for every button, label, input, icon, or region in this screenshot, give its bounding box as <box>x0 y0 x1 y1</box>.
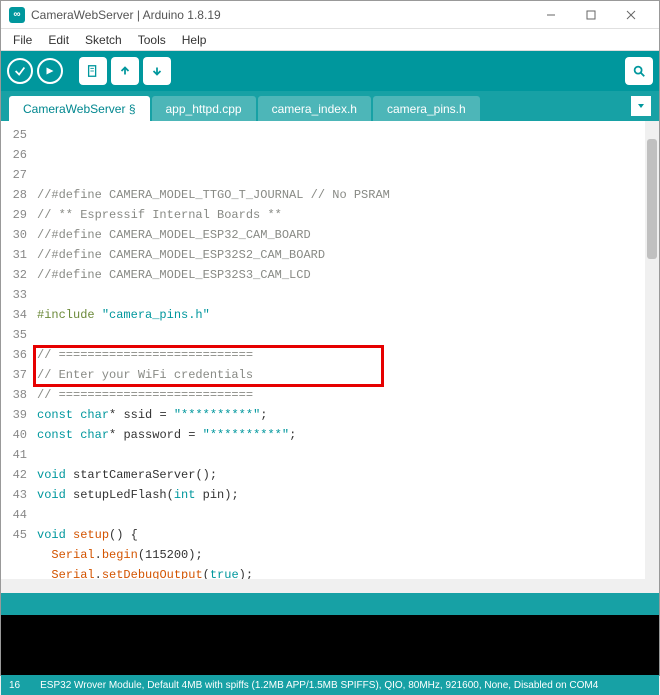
line-number: 41 <box>1 445 27 465</box>
toolbar <box>1 51 659 91</box>
tab-dropdown-button[interactable] <box>631 96 651 116</box>
code-line[interactable]: // Enter your WiFi credentials <box>33 365 645 385</box>
line-number: 32 <box>1 265 27 285</box>
code-line[interactable]: Serial.begin(115200); <box>33 545 645 565</box>
tab-camera-index[interactable]: camera_index.h <box>258 96 371 121</box>
code-line[interactable]: //#define CAMERA_MODEL_TTGO_T_JOURNAL //… <box>33 185 645 205</box>
code-line[interactable]: //#define CAMERA_MODEL_ESP32S3_CAM_LCD <box>33 265 645 285</box>
code-line[interactable]: const char* ssid = "**********"; <box>33 405 645 425</box>
verify-button[interactable] <box>7 58 33 84</box>
line-number: 39 <box>1 405 27 425</box>
maximize-button[interactable] <box>571 1 611 29</box>
message-bar <box>1 593 659 615</box>
code-line[interactable]: // =========================== <box>33 345 645 365</box>
horizontal-scrollbar[interactable] <box>1 579 659 593</box>
line-number: 45 <box>1 525 27 545</box>
code-editor[interactable]: 2526272829303132333435363738394041424344… <box>1 121 659 579</box>
code-line[interactable] <box>33 505 645 525</box>
minimize-button[interactable] <box>531 1 571 29</box>
line-number: 34 <box>1 305 27 325</box>
menu-bar: File Edit Sketch Tools Help <box>1 29 659 51</box>
code-line[interactable]: void setupLedFlash(int pin); <box>33 485 645 505</box>
open-sketch-button[interactable] <box>111 57 139 85</box>
vertical-scrollbar-thumb[interactable] <box>647 139 657 259</box>
line-number: 36 <box>1 345 27 365</box>
code-line[interactable]: #include "camera_pins.h" <box>33 305 645 325</box>
menu-sketch[interactable]: Sketch <box>77 31 130 49</box>
menu-edit[interactable]: Edit <box>40 31 77 49</box>
window-titlebar: ∞ CameraWebServer | Arduino 1.8.19 <box>1 1 659 29</box>
code-line[interactable]: Serial.setDebugOutput(true); <box>33 565 645 579</box>
menu-help[interactable]: Help <box>174 31 215 49</box>
code-line[interactable]: void setup() { <box>33 525 645 545</box>
code-line[interactable]: //#define CAMERA_MODEL_ESP32S2_CAM_BOARD <box>33 245 645 265</box>
new-sketch-button[interactable] <box>79 57 107 85</box>
code-line[interactable] <box>33 285 645 305</box>
line-number: 25 <box>1 125 27 145</box>
tab-camera-pins[interactable]: camera_pins.h <box>373 96 480 121</box>
menu-tools[interactable]: Tools <box>130 31 174 49</box>
line-number: 26 <box>1 145 27 165</box>
line-number: 37 <box>1 365 27 385</box>
line-number: 40 <box>1 425 27 445</box>
status-board-info: ESP32 Wrover Module, Default 4MB with sp… <box>40 680 598 691</box>
upload-button[interactable] <box>37 58 63 84</box>
code-area[interactable]: //#define CAMERA_MODEL_TTGO_T_JOURNAL //… <box>33 121 645 579</box>
tab-bar: CameraWebServer § app_httpd.cpp camera_i… <box>1 91 659 121</box>
status-line-number: 16 <box>9 680 20 691</box>
line-number: 35 <box>1 325 27 345</box>
window-controls <box>531 1 651 29</box>
line-number: 31 <box>1 245 27 265</box>
line-number: 44 <box>1 505 27 525</box>
arduino-app-icon: ∞ <box>9 7 25 23</box>
code-line[interactable] <box>33 325 645 345</box>
code-line[interactable]: void startCameraServer(); <box>33 465 645 485</box>
line-number-gutter: 2526272829303132333435363738394041424344… <box>1 121 33 579</box>
window-title: CameraWebServer | Arduino 1.8.19 <box>31 8 531 22</box>
code-line[interactable]: // ** Espressif Internal Boards ** <box>33 205 645 225</box>
line-number: 43 <box>1 485 27 505</box>
line-number: 27 <box>1 165 27 185</box>
line-number: 38 <box>1 385 27 405</box>
save-sketch-button[interactable] <box>143 57 171 85</box>
line-number: 42 <box>1 465 27 485</box>
line-number: 28 <box>1 185 27 205</box>
serial-monitor-button[interactable] <box>625 57 653 85</box>
vertical-scrollbar[interactable] <box>645 121 659 579</box>
close-button[interactable] <box>611 1 651 29</box>
menu-file[interactable]: File <box>5 31 40 49</box>
code-line[interactable] <box>33 445 645 465</box>
code-line[interactable]: // =========================== <box>33 385 645 405</box>
line-number: 30 <box>1 225 27 245</box>
code-line[interactable]: const char* password = "**********"; <box>33 425 645 445</box>
line-number: 33 <box>1 285 27 305</box>
tab-app-httpd[interactable]: app_httpd.cpp <box>152 96 256 121</box>
status-bar: 16 ESP32 Wrover Module, Default 4MB with… <box>1 675 659 695</box>
tab-camerawebserver[interactable]: CameraWebServer § <box>9 96 150 121</box>
line-number: 29 <box>1 205 27 225</box>
console-output[interactable] <box>1 615 659 675</box>
code-line[interactable]: //#define CAMERA_MODEL_ESP32_CAM_BOARD <box>33 225 645 245</box>
